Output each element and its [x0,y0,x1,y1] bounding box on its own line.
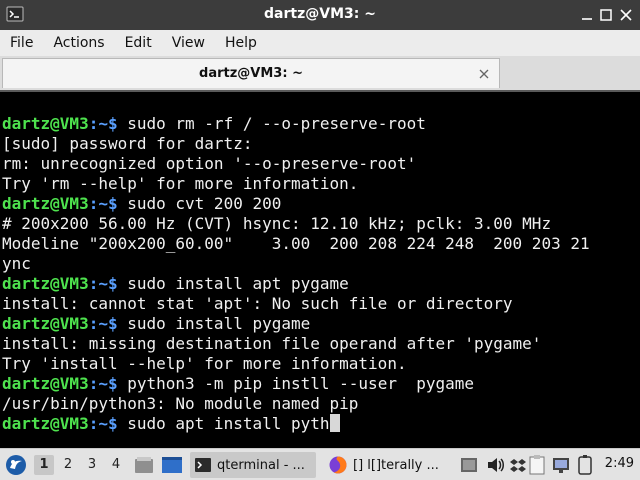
terminal-icon [195,458,211,472]
prompt-user-host: dartz@VM3 [2,114,89,133]
show-desktop-icon[interactable] [160,453,184,477]
menu-file[interactable]: File [0,31,43,55]
output-text: Try 'install --help' for more informatio… [2,354,407,373]
terminal-output-line: ync [2,254,640,274]
terminal-output-line: rm: unrecognized option '--o-preserve-ro… [2,154,640,174]
workspace-1[interactable]: 1 [34,455,54,475]
terminal-output-line: install: missing destination file operan… [2,334,640,354]
tab-terminal[interactable]: dartz@VM3: ~ [2,58,500,88]
menu-edit[interactable]: Edit [115,31,162,55]
prompt-path: :~$ [88,374,128,393]
firefox-icon [329,456,347,474]
terminal-command-line: dartz@VM3:~$ sudo cvt 200 200 [2,194,640,214]
prompt-path: :~$ [88,114,128,133]
output-text: # 200x200 56.00 Hz (CVT) hsync: 12.10 kH… [2,214,552,233]
close-icon[interactable] [617,6,635,24]
output-text: install: missing destination file operan… [2,334,542,353]
output-text: install: cannot stat 'apt': No such file… [2,294,513,313]
terminal-output-line: Try 'rm --help' for more information. [2,174,640,194]
output-text: Modeline "200x200_60.00" 3.00 200 208 22… [2,234,590,253]
tab-close-icon[interactable] [477,67,491,81]
prompt-path: :~$ [88,274,128,293]
command-text: python3 -m pip instll --user pygame [127,374,475,393]
volume-icon[interactable] [486,453,506,477]
prompt-user-host: dartz@VM3 [2,414,89,433]
taskbar-task-firefox[interactable]: [] l[]terally ... [324,452,450,478]
prompt-path: :~$ [88,194,128,213]
terminal-command-line: dartz@VM3:~$ sudo rm -rf / --o-preserve-… [2,114,640,134]
terminal-output-line: Try 'install --help' for more informatio… [2,354,640,374]
cpu-monitor-icon[interactable] [460,453,478,477]
menu-help[interactable]: Help [215,31,267,55]
output-text: /usr/bin/python3: No module named pip [2,394,359,413]
command-text: sudo apt install pyth [127,414,330,433]
clipboard-icon[interactable] [528,453,546,477]
tab-bar: dartz@VM3: ~ [0,56,640,90]
terminal-command-line: dartz@VM3:~$ python3 -m pip instll --use… [2,374,640,394]
output-text: Try 'rm --help' for more information. [2,174,359,193]
command-text: sudo install apt pygame [127,274,349,293]
workspace-3[interactable]: 3 [82,455,102,475]
menu-view[interactable]: View [162,31,215,55]
terminal-command-line: dartz@VM3:~$ sudo apt install pyth [2,414,640,434]
tab-label: dartz@VM3: ~ [199,66,303,81]
maximize-icon[interactable] [597,6,615,24]
terminal-command-line: dartz@VM3:~$ sudo install apt pygame [2,274,640,294]
terminal-output-line: /usr/bin/python3: No module named pip [2,394,640,414]
terminal-output-line: install: cannot stat 'apt': No such file… [2,294,640,314]
prompt-path: :~$ [88,414,128,433]
prompt-user-host: dartz@VM3 [2,194,89,213]
terminal-output-line: # 200x200 56.00 Hz (CVT) hsync: 12.10 kH… [2,214,640,234]
prompt-path: :~$ [88,314,128,333]
command-text: sudo rm -rf / --o-preserve-root [127,114,426,133]
command-text: sudo cvt 200 200 [127,194,282,213]
start-menu-icon[interactable] [4,453,28,477]
task-label: [] l[]terally ... [353,457,439,473]
terminal-output-line: Modeline "200x200_60.00" 3.00 200 208 22… [2,234,640,254]
workspace-2[interactable]: 2 [58,455,78,475]
window-title: dartz@VM3: ~ [264,6,376,22]
menu-bar: File Actions Edit View Help [0,30,640,56]
file-manager-icon[interactable] [134,453,154,477]
command-text: sudo install pygame [127,314,311,333]
window-titlebar[interactable]: dartz@VM3: ~ [0,0,640,30]
clock[interactable]: 2:49 [605,456,634,471]
menu-actions[interactable]: Actions [43,31,114,55]
prompt-user-host: dartz@VM3 [2,374,89,393]
power-icon[interactable] [576,453,594,477]
network-icon[interactable] [552,453,570,477]
prompt-user-host: dartz@VM3 [2,274,89,293]
text-cursor [329,414,340,432]
dropbox-icon[interactable] [510,453,526,477]
minimize-icon[interactable] [578,6,596,24]
workspace-4[interactable]: 4 [106,455,126,475]
output-text: [sudo] password for dartz: [2,134,253,153]
task-label: qterminal - ... [217,457,305,473]
prompt-user-host: dartz@VM3 [2,314,89,333]
terminal-command-line: dartz@VM3:~$ sudo install pygame [2,314,640,334]
output-text: ync [2,254,31,273]
output-text: rm: unrecognized option '--o-preserve-ro… [2,154,417,173]
taskbar: 1 2 3 4 qterminal - ... [] l[]terally ..… [0,448,640,480]
taskbar-task-qterminal[interactable]: qterminal - ... [190,452,316,478]
terminal-area[interactable]: dartz@VM3:~$ sudo rm -rf / --o-preserve-… [0,90,640,448]
terminal-output-line: [sudo] password for dartz: [2,134,640,154]
